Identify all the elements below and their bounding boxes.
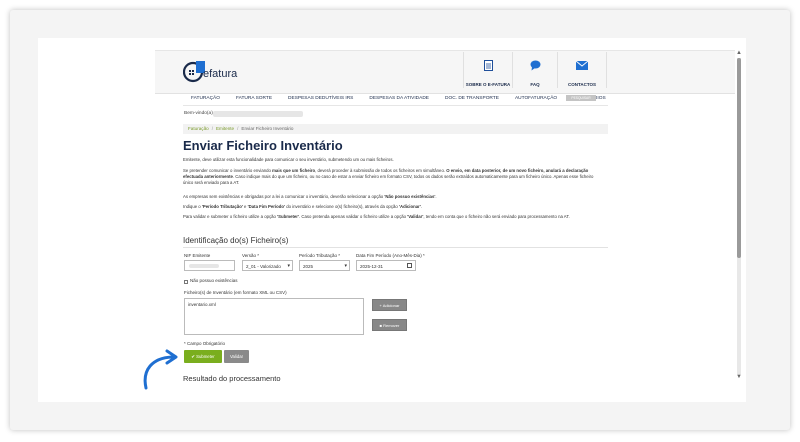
intro-paragraph-5: Para validar e submeter o ficheiro utili… — [183, 214, 603, 220]
intro-bold: 'Adicionar' — [398, 204, 421, 209]
breadcrumb: Faturação / Emitente / Enviar Ficheiro Inven… — [183, 124, 608, 134]
intro-text: Emitente, deve utilizar esta funcionalid… — [183, 157, 394, 162]
intro-text: , tendo em conta que o ficheiro não será… — [423, 214, 570, 219]
intro-bold: 'Data Fim Período' — [247, 204, 286, 209]
submit-button[interactable]: ✔ Submeter — [184, 350, 222, 363]
calendar-icon[interactable] — [407, 263, 412, 268]
envelope-icon — [576, 61, 588, 70]
scroll-up-icon[interactable]: ▲ — [736, 50, 742, 56]
intro-period: . — [435, 194, 437, 199]
scroll-down-icon[interactable]: ▼ — [736, 374, 742, 380]
annotation-arrow-icon — [143, 349, 178, 390]
intro-paragraph-3: As empresas sem existências e obrigadas … — [183, 194, 603, 200]
logo-text: efatura — [203, 68, 238, 80]
versao-value: 2_01 - Valorizado — [246, 264, 281, 269]
chevron-down-icon: ▾ — [344, 263, 347, 269]
periodo-label: Período Tributação * — [299, 253, 341, 258]
intro-paragraph-4: Indique o 'Período Tributação' e 'Data F… — [183, 204, 603, 210]
file-list-item[interactable]: inventario.xml — [188, 302, 216, 307]
menu-item-doc-transporte[interactable]: DOC. DE TRANSPORTE — [437, 93, 507, 105]
intro-period: . — [420, 204, 423, 209]
validate-label: Validar — [229, 354, 244, 359]
no-stock-label: Não possuo existências — [190, 278, 238, 283]
files-list[interactable]: inventario.xml — [184, 298, 364, 335]
breadcrumb-current: Enviar Ficheiro Inventário — [241, 126, 294, 131]
breadcrumb-separator: / — [211, 126, 213, 131]
section-title: Identificação do(s) Ficheiro(s) — [183, 236, 289, 245]
menu-item-faturacao[interactable]: FATURAÇÃO — [183, 93, 228, 105]
data-fim-field[interactable]: 2025-12-31 — [356, 260, 416, 271]
add-file-label: Adicionar — [382, 303, 400, 308]
menu-item-despesas-atividade[interactable]: DESPESAS DA ATIVIDADE — [361, 93, 437, 105]
intro-text: do inventário e selecione o(s) ficheiro(… — [285, 204, 399, 209]
topnav-sep — [606, 52, 607, 88]
topnav-sobre[interactable]: SOBRE O E-FATURA — [464, 60, 512, 91]
redacted-username — [213, 111, 303, 117]
breadcrumb-separator: / — [237, 126, 239, 131]
intro-bold: mais que um ficheiro — [272, 168, 316, 173]
chat-bubble-icon — [530, 60, 540, 71]
intro-text: Se pretender comunicar o inventário envi… — [183, 168, 273, 173]
intro-paragraph-2: Se pretender comunicar o inventário envi… — [183, 168, 603, 186]
menu-item-despesas-irs[interactable]: DESPESAS DEDUTÍVEIS IRS — [280, 93, 361, 105]
periodo-select[interactable]: 2025 ▾ — [299, 260, 350, 271]
page-scrollbar[interactable]: ▲ ▼ — [736, 50, 742, 382]
required-note: * Campo Obrigatório — [184, 341, 226, 346]
topnav-sep — [512, 52, 513, 88]
files-label: Ficheiro(s) de Inventário (em formato XM… — [184, 290, 287, 295]
intro-text: Indique o — [183, 204, 202, 209]
breadcrumb-emitente[interactable]: Emitente — [216, 126, 234, 131]
versao-label: Versão * — [242, 253, 260, 258]
topnav-faq[interactable]: FAQ — [514, 60, 556, 91]
periodo-value: 2025 — [303, 264, 314, 269]
intro-text: Para validar e submeter o ficheiro utili… — [183, 214, 278, 219]
validate-button[interactable]: Validar — [224, 350, 249, 363]
nif-label: NIF Emitente — [184, 253, 211, 258]
nif-field[interactable] — [184, 260, 235, 271]
menu-item-fatura-sorte[interactable]: FATURA SORTE — [228, 93, 280, 105]
topnav-label: FAQ — [530, 82, 540, 87]
add-file-button[interactable]: + Adicionar — [372, 299, 407, 311]
data-fim-label: Data Fim Período (Ano-Mês-Dia) * — [356, 253, 425, 258]
menu-divider — [183, 105, 608, 106]
redacted-nif — [189, 264, 219, 268]
intro-bold: 'Submeter' — [277, 214, 299, 219]
data-fim-value: 2025-12-31 — [360, 264, 384, 269]
intro-text: , deverá proceder à submissão de todos o… — [315, 168, 447, 173]
section-divider — [183, 247, 608, 248]
versao-select[interactable]: 2_01 - Valorizado ▾ — [242, 260, 293, 271]
document-icon — [483, 60, 493, 71]
menu-item-autofaturacao[interactable]: AUTOFATURAÇÃO — [507, 93, 565, 105]
topnav-label: CONTACTOS — [567, 82, 597, 87]
submit-label: Submeter — [196, 354, 215, 359]
breadcrumb-faturacao[interactable]: Faturação — [188, 126, 209, 131]
intro-bold: 'Período Tributação' — [201, 204, 243, 209]
intro-text: . Caso pretenda apenas validar o ficheir… — [298, 214, 408, 219]
intro-bold: 'Validar' — [407, 214, 424, 219]
no-stock-checkbox[interactable] — [184, 280, 188, 284]
menu-search-button[interactable]: PESQUISAR — [566, 95, 596, 101]
remove-file-label: Remover — [383, 323, 400, 328]
intro-bold: 'Não possuo existências' — [384, 194, 436, 199]
welcome-text: Bem-vindo(a) — [184, 111, 213, 116]
topnav-label: SOBRE O E-FATURA — [465, 82, 511, 87]
main-menu: FATURAÇÃO FATURA SORTE DESPESAS DEDUTÍVE… — [183, 93, 614, 105]
intro-paragraph-1: Emitente, deve utilizar esta funcionalid… — [183, 157, 603, 163]
scrollbar-thumb[interactable] — [737, 58, 741, 258]
chevron-down-icon: ▾ — [287, 263, 290, 269]
intro-text: . Caso indique mais do que um ficheiro, … — [183, 174, 594, 185]
intro-text: As empresas sem existências e obrigadas … — [183, 194, 385, 199]
remove-file-button[interactable]: ■ Remover — [372, 319, 407, 331]
page-title: Enviar Ficheiro Inventário — [183, 138, 343, 153]
result-title: Resultado do processamento — [183, 374, 281, 383]
topnav-contactos[interactable]: CONTACTOS — [558, 60, 606, 91]
